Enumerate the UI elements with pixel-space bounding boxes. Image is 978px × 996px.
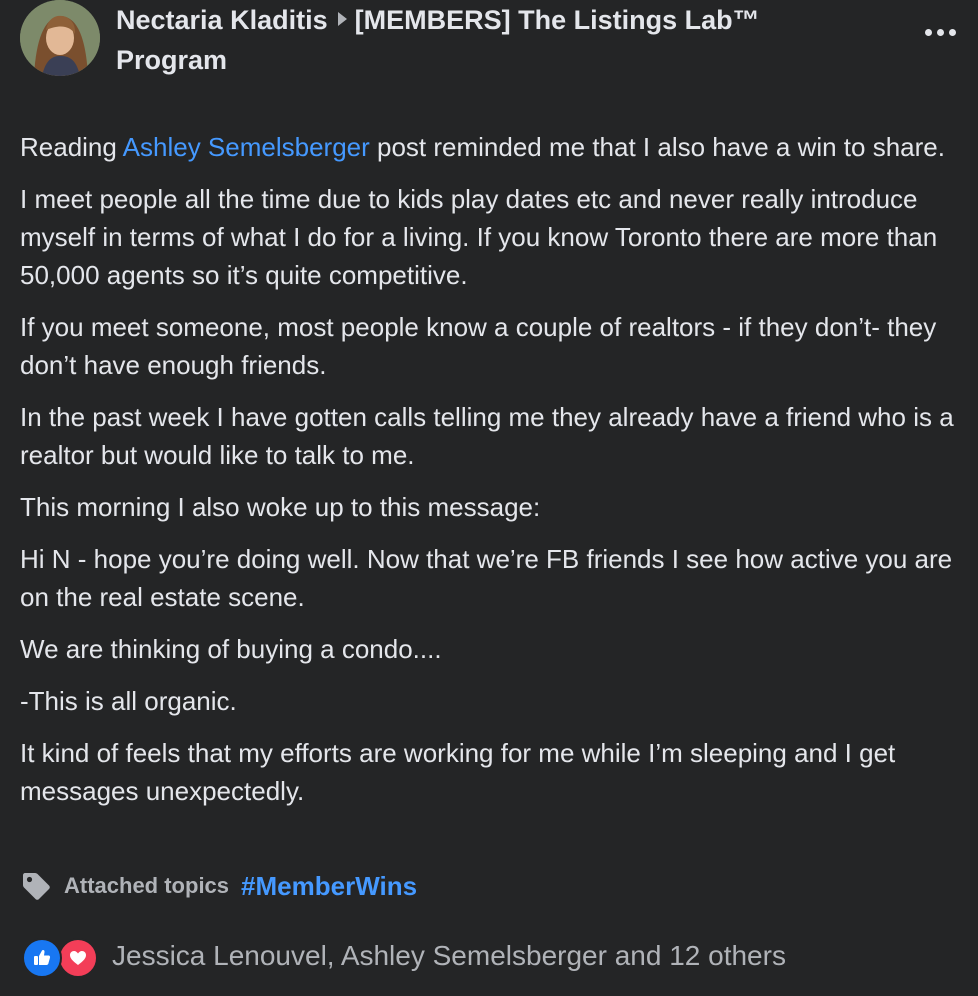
tag-icon (23, 873, 50, 900)
post-paragraph: I meet people all the time due to kids p… (20, 184, 938, 290)
thumbs-up-icon (22, 938, 62, 978)
caret-right-icon (337, 12, 347, 26)
post-title: Nectaria Kladitis [MEMBERS] The Listings … (116, 0, 856, 80)
reaction-names[interactable]: Jessica Lenouvel, Ashley Semelsberger an… (112, 940, 786, 972)
post-paragraph: It kind of feels that my efforts are wor… (20, 738, 896, 806)
post-paragraph: We are thinking of buying a condo.... (20, 634, 442, 664)
reaction-icons[interactable] (22, 936, 98, 978)
heart-icon (58, 938, 98, 978)
post-paragraph: This morning I also woke up to this mess… (20, 492, 541, 522)
topic-hashtag-link[interactable]: #MemberWins (241, 871, 417, 902)
more-dot (936, 28, 944, 36)
post-paragraph: -This is all organic. (20, 686, 237, 716)
more-options-button[interactable] (920, 16, 960, 48)
topics-label: Attached topics (64, 873, 230, 898)
mention-link[interactable]: Ashley Semelsberger (123, 132, 370, 162)
attached-topics: Attached topics #MemberWins (20, 866, 417, 906)
more-dot (948, 28, 956, 36)
post-header: Nectaria Kladitis [MEMBERS] The Listings … (20, 0, 960, 80)
post-paragraph: In the past week I have gotten calls tel… (20, 402, 954, 470)
post-body: Reading Ashley Semelsberger post reminde… (20, 128, 960, 824)
paragraph-text: Reading (20, 132, 123, 162)
reactions-bar: Jessica Lenouvel, Ashley Semelsberger an… (22, 934, 786, 978)
paragraph-text: post reminded me that I also have a win … (369, 132, 945, 162)
post-paragraph: If you meet someone, most people know a … (20, 312, 937, 380)
more-horizontal-icon (924, 28, 932, 36)
author-name[interactable]: Nectaria Kladitis (116, 5, 328, 35)
author-avatar[interactable] (20, 0, 100, 76)
post-paragraph: Hi N - hope you’re doing well. Now that … (20, 544, 953, 612)
post-paragraph: Reading Ashley Semelsberger post reminde… (20, 128, 960, 166)
